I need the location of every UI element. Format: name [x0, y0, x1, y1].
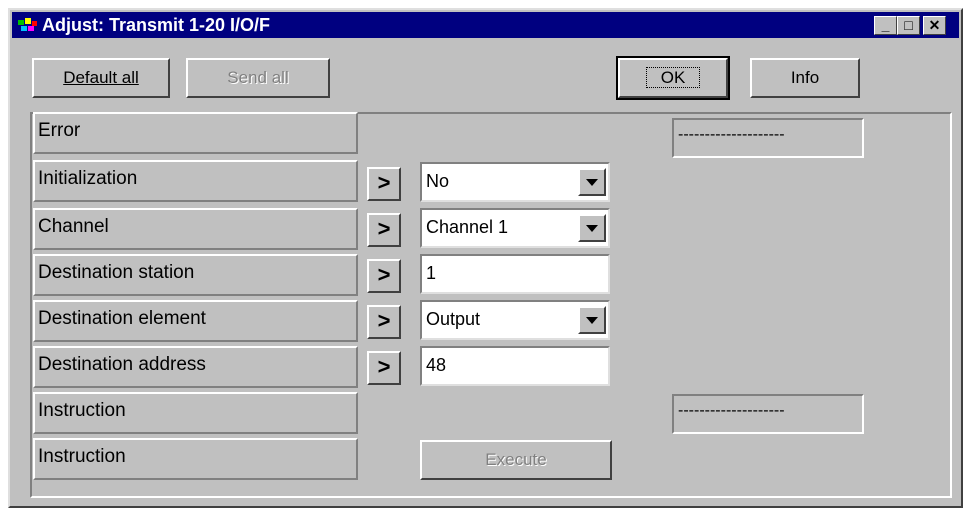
default-all-button[interactable]: Default all: [32, 58, 170, 98]
row-label-error: Error: [33, 112, 358, 154]
instruction-readout: --------------------: [672, 394, 864, 434]
error-readout: --------------------: [672, 118, 864, 158]
send-all-label: Send all: [227, 68, 289, 87]
chevron-down-icon[interactable]: [578, 306, 606, 334]
destination-address-value: 48: [426, 355, 447, 375]
row-label-instruction-1: Instruction: [33, 392, 358, 434]
window-title: Adjust: Transmit 1-20 I/O/F: [42, 15, 271, 35]
send-destination-address-button[interactable]: >: [367, 351, 401, 385]
destination-station-value: 1: [426, 263, 437, 283]
channel-value: Channel 1: [426, 217, 509, 237]
row-label-initialization: Initialization: [33, 160, 358, 202]
send-channel-button[interactable]: >: [367, 213, 401, 247]
initialization-select[interactable]: No: [420, 162, 610, 202]
maximize-icon: □: [904, 17, 913, 33]
execute-label: Execute: [485, 450, 547, 469]
info-label: Info: [790, 68, 820, 87]
maximize-button[interactable]: □: [897, 16, 920, 35]
ok-button[interactable]: OK: [616, 56, 730, 100]
app-icon: [18, 18, 37, 31]
ok-label: OK: [645, 67, 701, 88]
row-label-destination-address: Destination address: [33, 346, 358, 388]
row-label-instruction-2: Instruction: [33, 438, 358, 480]
send-destination-element-button[interactable]: >: [367, 305, 401, 339]
chevron-down-icon[interactable]: [578, 168, 606, 196]
destination-address-input[interactable]: 48: [420, 346, 610, 386]
send-destination-station-button[interactable]: >: [367, 259, 401, 293]
initialization-value: No: [426, 171, 450, 191]
send-all-button[interactable]: Send all: [186, 58, 330, 98]
minimize-icon: _: [881, 17, 890, 33]
info-button[interactable]: Info: [750, 58, 860, 98]
default-all-label: Default all: [63, 68, 139, 87]
destination-element-value: Output: [426, 309, 481, 329]
row-label-destination-station: Destination station: [33, 254, 358, 296]
execute-button[interactable]: Execute: [420, 440, 612, 480]
send-initialization-button[interactable]: >: [367, 167, 401, 201]
close-icon: ✕: [928, 17, 941, 33]
close-button[interactable]: ✕: [923, 16, 946, 35]
minimize-button[interactable]: _: [874, 16, 897, 35]
channel-select[interactable]: Channel 1: [420, 208, 610, 248]
destination-station-input[interactable]: 1: [420, 254, 610, 294]
title-bar[interactable]: Adjust: Transmit 1-20 I/O/F _ □ ✕: [12, 12, 959, 38]
row-label-destination-element: Destination element: [33, 300, 358, 342]
row-label-channel: Channel: [33, 208, 358, 250]
chevron-down-icon[interactable]: [578, 214, 606, 242]
destination-element-select[interactable]: Output: [420, 300, 610, 340]
